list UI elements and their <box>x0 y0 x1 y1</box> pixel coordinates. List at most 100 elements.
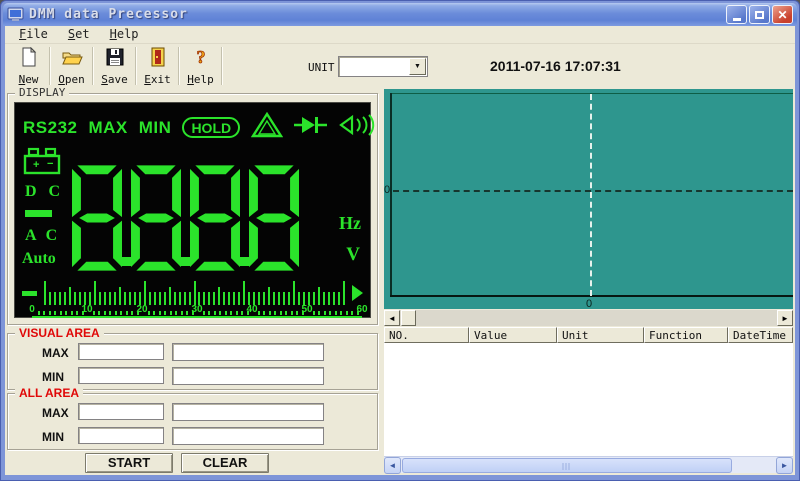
menu-help[interactable]: Help <box>100 26 149 43</box>
chart-cursor-line <box>590 94 592 296</box>
ruler-tick <box>274 311 276 315</box>
table-scrollbar[interactable]: ◄ ► <box>384 456 793 473</box>
menu-file[interactable]: File <box>9 26 58 43</box>
start-button[interactable]: START <box>85 453 173 473</box>
exit-button[interactable]: Exit <box>139 46 176 86</box>
chevron-down-icon[interactable]: ▼ <box>409 58 426 75</box>
diode-icon <box>294 115 328 140</box>
volt-unit-indicator: V <box>346 244 360 266</box>
maximize-button[interactable] <box>749 5 770 24</box>
new-button[interactable]: New <box>10 46 47 86</box>
column-header-value[interactable]: Value <box>469 327 557 343</box>
min-indicator: MIN <box>139 118 172 138</box>
all-area-label: ALL AREA <box>15 386 83 400</box>
toolbar-separator <box>49 47 51 85</box>
ruler-tick <box>313 311 315 315</box>
open-button[interactable]: Open <box>53 46 90 86</box>
column-header-unit[interactable]: Unit <box>557 327 644 343</box>
chart-x-zero-label: 0 <box>586 298 592 310</box>
ruler-tick <box>159 311 161 315</box>
bargraph-tick <box>44 281 46 305</box>
chart-zero-line <box>393 190 793 192</box>
table-scrollbar-thumb[interactable] <box>402 458 732 473</box>
save-hotkey: S <box>101 73 108 86</box>
ruler-tick <box>153 311 155 315</box>
table-body <box>384 343 793 456</box>
all-max-unit-field[interactable] <box>172 403 324 421</box>
unit-select-value[interactable] <box>341 59 407 74</box>
ruler-tick <box>115 311 117 315</box>
ruler-tick <box>219 311 221 315</box>
menu-help-hotkey: H <box>110 27 117 41</box>
bargraph-tick <box>194 281 196 305</box>
title-bar[interactable]: DMM data Precessor ✕ <box>3 3 797 26</box>
visual-min-value-field[interactable] <box>78 367 164 384</box>
bargraph-tick <box>343 281 345 305</box>
minimize-icon <box>733 18 741 21</box>
bargraph-tick <box>318 287 320 305</box>
all-max-value-field[interactable] <box>78 403 164 420</box>
bargraph-tick <box>94 281 96 305</box>
lcd-digit <box>131 157 181 279</box>
bargraph-tick <box>268 287 270 305</box>
unit-select[interactable]: ▼ <box>338 56 428 77</box>
menu-set-label: et <box>75 27 89 41</box>
menu-set[interactable]: Set <box>58 26 100 43</box>
ruler-tick <box>131 311 133 315</box>
ruler-tick <box>340 311 342 315</box>
ruler-number: 50 <box>301 304 312 315</box>
seven-segment-display <box>72 157 299 279</box>
all-max-label: MAX <box>42 406 69 420</box>
visual-max-value-field[interactable] <box>78 343 164 360</box>
visual-max-unit-field[interactable] <box>172 343 324 361</box>
save-button[interactable]: Save <box>96 46 133 86</box>
bargraph-minus-icon <box>22 291 37 296</box>
window-title: DMM data Precessor <box>29 7 188 22</box>
menu-bar: File Set Help <box>5 26 795 44</box>
ruler-tick <box>351 311 353 315</box>
column-header-no[interactable]: NO. <box>384 327 469 343</box>
dc-indicator: D C <box>25 183 64 201</box>
clear-button[interactable]: CLEAR <box>181 453 269 473</box>
ruler-tick <box>280 311 282 315</box>
ruler-tick <box>291 311 293 315</box>
help-hotkey: H <box>187 73 194 86</box>
ruler-tick <box>120 311 122 315</box>
chart-scrollbar[interactable]: ◄ ► <box>384 310 793 326</box>
ruler-tick <box>109 311 111 315</box>
table-scroll-right-button[interactable]: ► <box>776 457 793 474</box>
toolbar-separator <box>135 47 137 85</box>
visual-min-unit-field[interactable] <box>172 367 324 385</box>
ruler-tick <box>76 311 78 315</box>
rs232-indicator: RS232 <box>23 118 77 138</box>
svg-text:+: + <box>33 159 39 171</box>
ruler-tick <box>285 311 287 315</box>
ruler-tick <box>296 311 298 315</box>
open-hotkey: O <box>58 73 65 86</box>
exit-door-icon <box>149 47 167 72</box>
ruler-tick <box>241 311 243 315</box>
ruler-number: 60 <box>356 304 367 315</box>
help-label: elp <box>194 73 214 86</box>
chart-scroll-right-button[interactable]: ► <box>777 310 793 326</box>
minimize-button[interactable] <box>726 5 747 24</box>
close-button[interactable]: ✕ <box>772 5 793 24</box>
help-button[interactable]: ? Help <box>182 46 219 86</box>
column-header-datetime[interactable]: DateTime <box>728 327 793 343</box>
bargraph-tick <box>144 281 146 305</box>
all-min-value-field[interactable] <box>78 427 164 444</box>
chart-scrollbar-thumb[interactable] <box>401 310 416 326</box>
table-scroll-left-button[interactable]: ◄ <box>384 457 401 474</box>
decimal-point <box>181 257 190 266</box>
bargraph-tick <box>169 287 171 305</box>
lcd-digit <box>249 157 299 279</box>
column-header-function[interactable]: Function <box>644 327 728 343</box>
chart-scroll-left-button[interactable]: ◄ <box>384 310 400 326</box>
bargraph-tick <box>69 287 71 305</box>
ruler-tick <box>164 311 166 315</box>
bargraph-ticks <box>44 280 343 305</box>
menu-help-label: elp <box>117 27 139 41</box>
open-label: pen <box>65 73 85 86</box>
datetime-display: 2011-07-16 17:07:31 <box>490 58 621 74</box>
all-min-unit-field[interactable] <box>172 427 324 445</box>
